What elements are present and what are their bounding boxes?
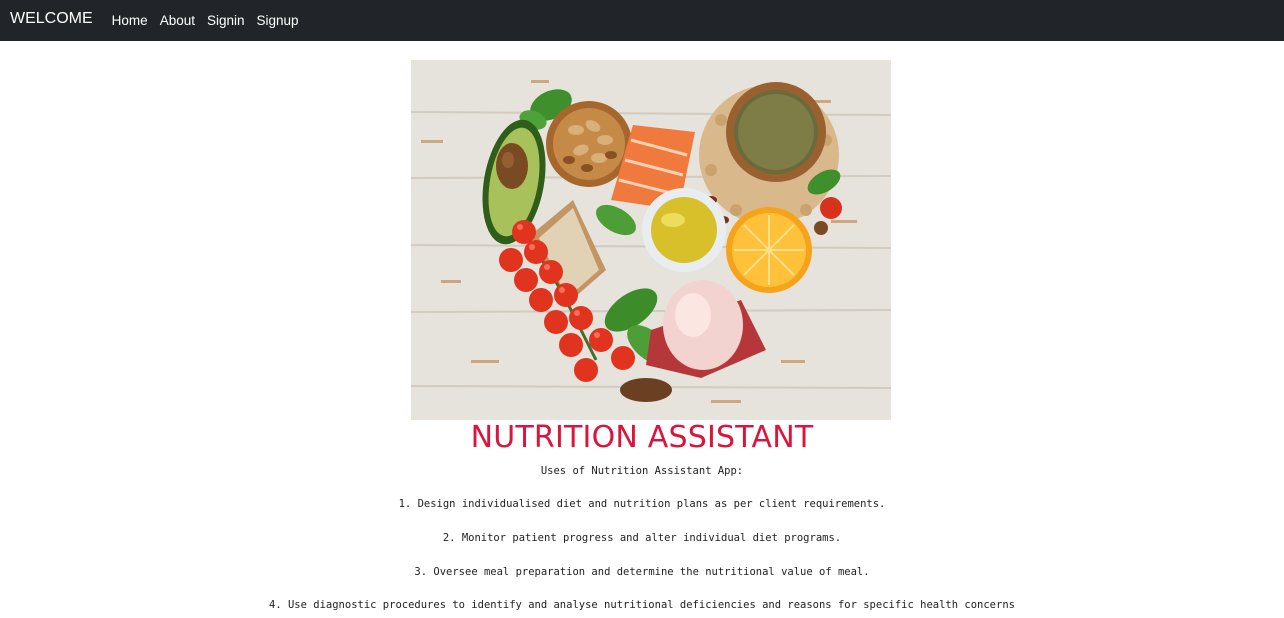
nav-about-link[interactable]: About	[160, 13, 195, 28]
page-title: NUTRITION ASSISTANT	[470, 420, 814, 455]
top-navbar: WELCOME Home About Signin Signup	[0, 0, 1284, 41]
uses-intro: Uses of Nutrition Assistant App:	[540, 465, 744, 477]
use-item-4: 4. Use diagnostic procedures to identify…	[269, 599, 1015, 611]
use-item-1: 1. Design individualised diet and nutrit…	[398, 498, 886, 510]
nav-home-link[interactable]: Home	[112, 13, 148, 28]
nav-signin-link[interactable]: Signin	[207, 13, 245, 28]
brand-link[interactable]: WELCOME	[10, 10, 93, 28]
healthy-food-heart-image	[411, 60, 891, 420]
nav-signup-link[interactable]: Signup	[257, 13, 299, 28]
use-item-3: 3. Oversee meal preparation and determin…	[414, 566, 870, 578]
use-item-2: 2. Monitor patient progress and alter in…	[442, 532, 842, 544]
